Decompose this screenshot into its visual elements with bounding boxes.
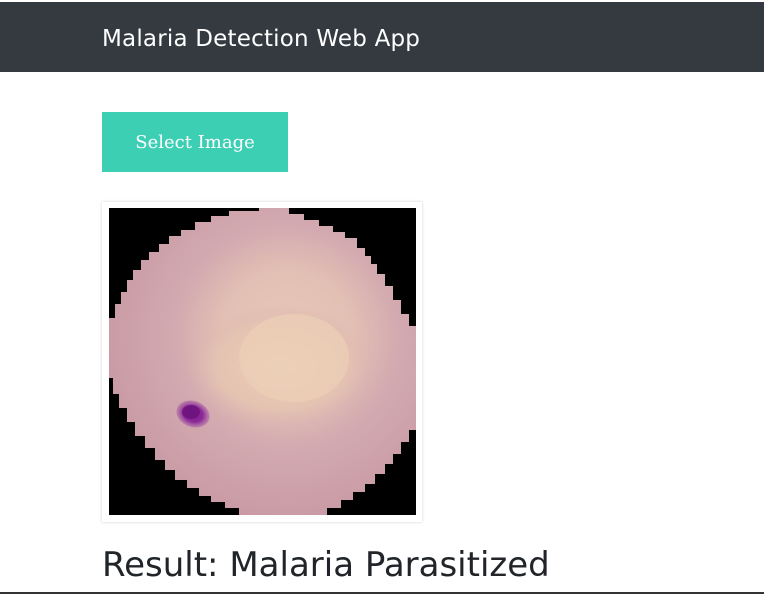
image-preview bbox=[102, 202, 422, 522]
result-label: Result: bbox=[102, 545, 219, 585]
app-title[interactable]: Malaria Detection Web App bbox=[102, 24, 420, 54]
navbar: Malaria Detection Web App bbox=[0, 2, 764, 72]
result-text: Result: Malaria Parasitized bbox=[102, 540, 550, 590]
blood-cell-image bbox=[109, 208, 416, 515]
result-value: Malaria Parasitized bbox=[229, 545, 550, 585]
select-image-button[interactable]: Select Image bbox=[102, 112, 288, 172]
